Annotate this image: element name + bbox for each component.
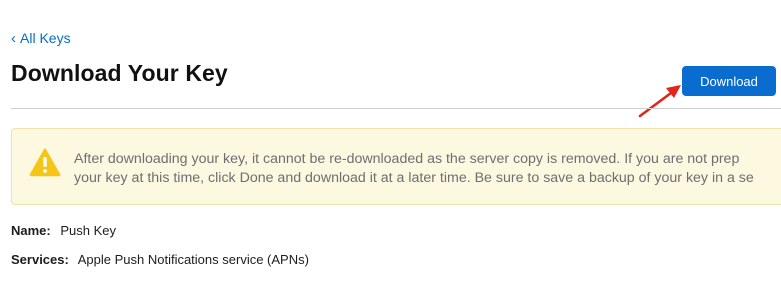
key-services-row: Services: Apple Push Notifications servi… [11,252,309,267]
back-link-label: All Keys [20,30,71,46]
name-value: Push Key [60,223,117,238]
services-value: Apple Push Notifications service (APNs) [77,252,309,267]
services-label: Services: [11,252,69,267]
chevron-left-icon: ‹ [11,29,16,47]
name-label: Name: [11,223,51,238]
red-arrow-annotation-icon [638,85,681,118]
warning-triangle-icon [29,148,61,177]
download-button[interactable]: Download [682,66,776,96]
key-name-row: Name: Push Key [11,223,116,238]
warning-line-1: After downloading your key, it cannot be… [74,151,740,167]
warning-message: After downloading your key, it cannot be… [74,150,781,188]
warning-banner: After downloading your key, it cannot be… [11,128,781,205]
header-divider [11,108,781,109]
back-to-all-keys-link[interactable]: ‹ All Keys [11,30,71,46]
page-title: Download Your Key [11,60,228,86]
warning-line-2: your key at this time, click Done and do… [74,170,754,186]
